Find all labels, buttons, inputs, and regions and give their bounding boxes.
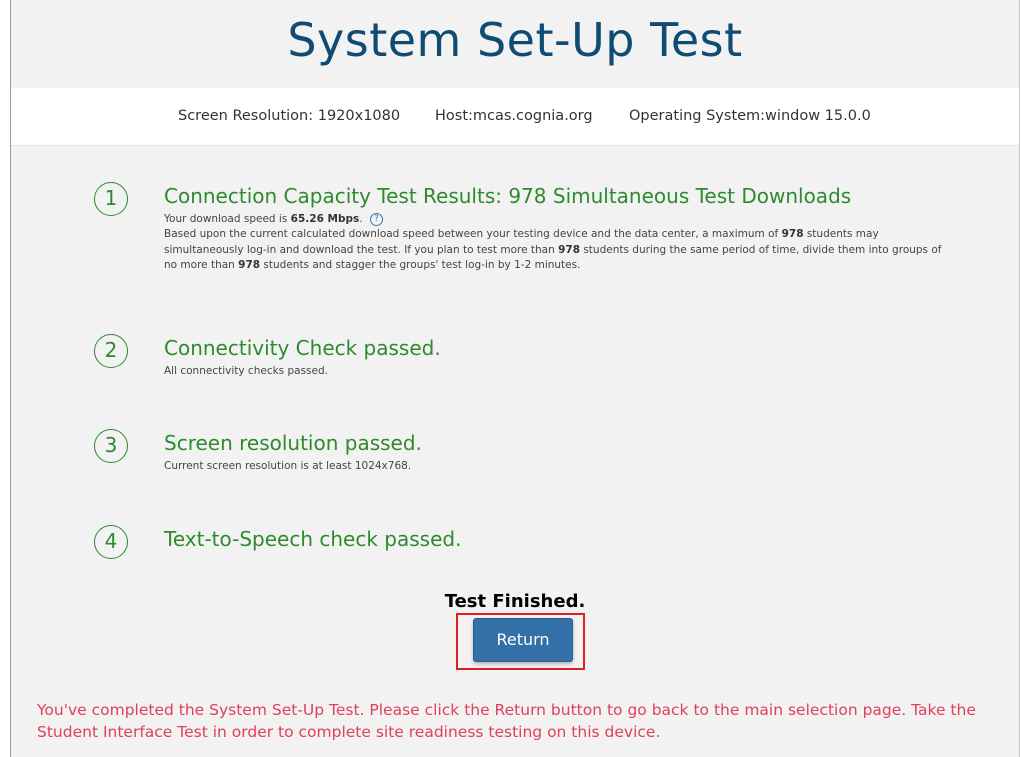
download-speed-suffix: . [359, 213, 363, 225]
step-title: Text-to-Speech check passed. [164, 527, 462, 551]
system-info-bar: Screen Resolution: 1920x1080 Host:mcas.c… [11, 88, 1019, 146]
step-subtitle: Current screen resolution is at least 10… [164, 460, 412, 472]
capacity-detail-text: Based upon the current calculated downlo… [164, 227, 954, 274]
test-finished-label: Test Finished. [444, 591, 586, 612]
download-speed-text: Your download speed is 65.26 Mbps. ? [164, 212, 383, 227]
detail-text-part: students and stagger the groups' test lo… [260, 259, 581, 271]
step-number-badge: 3 [94, 429, 128, 463]
download-speed-value: 65.26 Mbps [290, 213, 360, 225]
page-title: System Set-Up Test [287, 13, 743, 67]
screen-resolution-info: Screen Resolution: 1920x1080 [178, 108, 401, 124]
max-students-value: 978 [781, 228, 804, 240]
max-students-value: 978 [238, 259, 261, 271]
step-number-badge: 2 [94, 334, 128, 368]
return-button[interactable]: Return [473, 618, 573, 662]
completion-message: You've completed the System Set-Up Test.… [37, 701, 976, 741]
system-setup-page: System Set-Up Test Screen Resolution: 19… [10, 0, 1020, 757]
operating-system-info: Operating System:window 15.0.0 [629, 108, 871, 124]
host-info: Host:mcas.cognia.org [435, 108, 593, 124]
step-title: Connectivity Check passed. [164, 336, 441, 360]
detail-text-part: Based upon the current calculated downlo… [164, 228, 782, 240]
max-students-value: 978 [558, 243, 580, 256]
download-speed-prefix: Your download speed is [164, 213, 291, 225]
step-title: Connection Capacity Test Results: 978 Si… [164, 184, 852, 208]
step-number-badge: 1 [94, 182, 128, 216]
question-circle-icon[interactable]: ? [369, 212, 383, 226]
step-title: Screen resolution passed. [164, 431, 422, 455]
step-subtitle: All connectivity checks passed. [164, 365, 328, 377]
step-number-badge: 4 [94, 525, 128, 559]
